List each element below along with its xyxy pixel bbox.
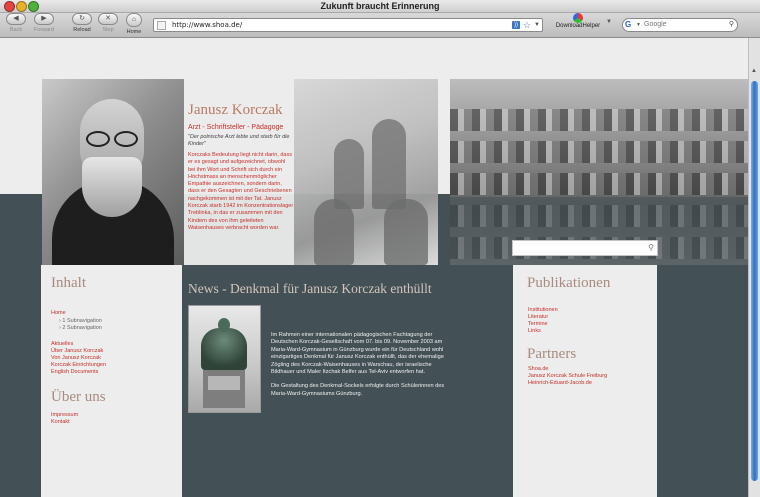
nav-home-link[interactable]: Home (51, 310, 66, 317)
reload-button[interactable]: ↻ Reload (70, 13, 94, 33)
url-text[interactable]: http://www.shoa.de/ (172, 19, 242, 31)
title-bar: Zukunft braucht Erinnerung (0, 0, 760, 13)
bookmark-star-icon[interactable]: ☆ (523, 19, 531, 31)
literatur-link[interactable]: Literatur (528, 314, 548, 321)
impressum-link[interactable]: Impressum (51, 412, 78, 419)
termine-link[interactable]: Termine (528, 321, 548, 328)
search-engine-dropdown-icon[interactable]: ▼ (636, 19, 641, 31)
downloadhelper-icon (573, 13, 583, 23)
intro-quote: "Der polnische Arzt lebte und starb für … (188, 134, 290, 147)
nav-ueber-korczak-link[interactable]: Über Janusz Korczak (51, 348, 103, 355)
nav-von-korczak-link[interactable]: Von Janusz Korczak (51, 355, 101, 362)
address-bar[interactable]: http://www.shoa.de/ )) ☆ ▼ (153, 18, 543, 32)
korczak-portrait-image (42, 79, 184, 265)
rss-icon[interactable]: )) (512, 21, 520, 29)
nav-aktuelles-link[interactable]: Aktuelles (51, 341, 73, 348)
partners-heading: Partners (527, 346, 577, 362)
intro-name: Janusz Korczak (188, 102, 283, 118)
stop-icon: ✕ (98, 13, 118, 25)
kontakt-link[interactable]: Kontakt (51, 419, 70, 426)
site-search-input[interactable]: ⚲ (512, 240, 658, 256)
back-button[interactable]: ◀ Back (5, 13, 27, 33)
stop-button[interactable]: ✕ Stop (97, 13, 119, 33)
scrollbar-thumb[interactable] (751, 81, 758, 481)
site-search-icon[interactable]: ⚲ (648, 241, 654, 255)
publikationen-heading: Publikationen (527, 275, 611, 291)
institutionen-link[interactable]: Institutionen (528, 307, 558, 314)
ueber-uns-heading: Über uns (51, 389, 106, 405)
nav-subnav-2-link[interactable]: › 2 Subnavigation (59, 325, 102, 332)
address-dropdown-icon[interactable]: ▼ (534, 19, 540, 31)
downloadhelper-button[interactable]: DownloadHelper (546, 13, 610, 29)
home-button[interactable]: ⌂ Home (123, 13, 145, 35)
partner-jacob-link[interactable]: Heinrich-Eduard-Jacob.de (528, 380, 592, 387)
right-sidebar: Publikationen Institutionen Literatur Te… (513, 265, 657, 497)
reload-icon: ↻ (72, 13, 92, 25)
web-search-bar: G ▼ ⚲ (622, 18, 738, 32)
intro-body: Korczaks Bedeutung liegt nicht darin, da… (188, 152, 294, 231)
nav-subnav-1-link[interactable]: › 1 Subnavigation (59, 318, 102, 325)
left-sidebar: Inhalt Home › 1 Subnavigation › 2 Subnav… (41, 265, 182, 497)
forward-arrow-icon: ▶ (34, 13, 54, 25)
downloadhelper-dropdown-icon[interactable]: ▼ (606, 19, 612, 25)
home-icon: ⌂ (126, 13, 142, 27)
search-icon[interactable]: ⚲ (729, 19, 734, 31)
browser-toolbar: ◀ Back ▶ Forward ↻ Reload ✕ Stop ⌂ Home … (0, 13, 760, 38)
scroll-up-icon[interactable]: ▲ (751, 68, 757, 74)
nav-english-documents-link[interactable]: English Documents (51, 369, 98, 376)
group-photo-image (450, 79, 748, 265)
back-arrow-icon: ◀ (6, 13, 26, 25)
news-body: Im Rahmen einer internationalen pädagogi… (271, 332, 447, 405)
korczak-monument-image[interactable] (188, 305, 261, 413)
web-search-input[interactable] (644, 20, 722, 29)
site-icon (157, 21, 166, 30)
nav-einrichtungen-link[interactable]: Korczak Einrichtungen (51, 362, 106, 369)
vertical-scrollbar[interactable]: ▲ (748, 38, 760, 497)
page-viewport: Janusz Korczak Arzt - Schriftsteller - P… (0, 38, 748, 497)
reload-label: Reload (73, 27, 91, 33)
partner-shoa-link[interactable]: Shoa.de (528, 366, 549, 373)
window-title: Zukunft braucht Erinnerung (320, 1, 440, 11)
forward-label: Forward (33, 27, 55, 33)
forward-button[interactable]: ▶ Forward (30, 13, 58, 33)
partner-korczak-schule-link[interactable]: Janusz Korczak Schule Freiburg (528, 373, 607, 380)
news-heading: News - Denkmal für Janusz Korczak enthül… (188, 281, 432, 296)
children-photo-image (294, 79, 438, 265)
news-paragraph-2: Die Gestaltung des Denkmal-Sockels erfol… (271, 383, 445, 397)
links-link[interactable]: Links (528, 328, 541, 335)
intro-subtitle: Arzt - Schriftsteller - Pädagoge (188, 124, 284, 131)
news-paragraph-1: Im Rahmen einer internationalen pädagogi… (271, 332, 444, 376)
home-label: Home (126, 29, 142, 35)
downloadhelper-label: DownloadHelper (555, 23, 601, 29)
back-label: Back (9, 27, 23, 33)
search-engine-icon[interactable]: G (625, 20, 635, 29)
inhalt-heading: Inhalt (51, 275, 86, 291)
stop-label: Stop (102, 27, 114, 33)
